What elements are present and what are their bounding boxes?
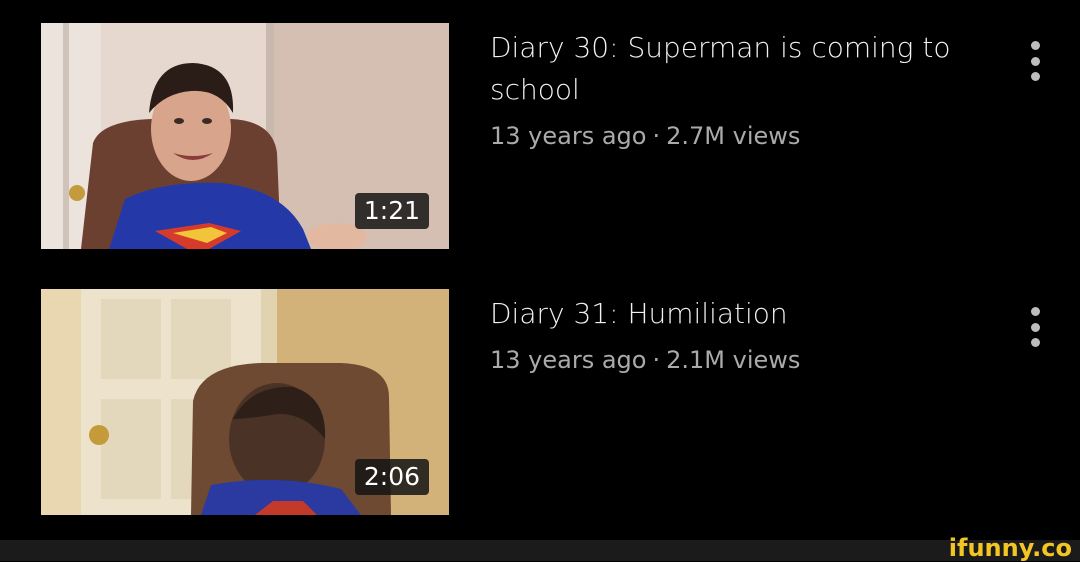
menu-dot: [1030, 322, 1040, 332]
menu-dot: [1030, 307, 1040, 316]
video-age: 13 years ago: [490, 346, 647, 374]
video-duration: 2:06: [354, 459, 429, 495]
video-meta: Diary 31: Humiliation 13 years ago · 2.1M …: [490, 293, 990, 377]
video-list: 1:21 Diary 30: Superman is coming to sch…: [0, 0, 1080, 540]
more-options-icon[interactable]: [1020, 41, 1050, 81]
video-item[interactable]: 1:21 Diary 30: Superman is coming to sch…: [0, 23, 1080, 251]
video-thumbnail[interactable]: 1:21: [41, 23, 449, 249]
ifunny-watermark: ifunny.co: [948, 534, 1072, 562]
menu-dot: [1030, 41, 1040, 50]
menu-dot: [1030, 72, 1040, 81]
video-views: 2.7M views: [666, 122, 801, 150]
menu-dot: [1030, 338, 1040, 347]
watermark-bar: ifunny.co: [0, 534, 1080, 562]
video-item[interactable]: 2:06 Diary 31: Humiliation 13 years ago ·…: [0, 289, 1080, 517]
separator-dot: ·: [652, 346, 661, 374]
video-title[interactable]: Diary 31: Humiliation: [490, 293, 990, 335]
video-metadata-line: 13 years ago · 2.7M views: [490, 119, 990, 153]
menu-dot: [1030, 56, 1040, 66]
video-title[interactable]: Diary 30: Superman is coming to school: [490, 27, 990, 111]
video-age: 13 years ago: [490, 122, 647, 150]
separator-dot: ·: [652, 122, 661, 150]
video-views: 2.1M views: [666, 346, 801, 374]
video-thumbnail[interactable]: 2:06: [41, 289, 449, 515]
video-meta: Diary 30: Superman is coming to school 1…: [490, 27, 990, 153]
video-duration: 1:21: [354, 193, 429, 229]
more-options-icon[interactable]: [1020, 307, 1050, 347]
video-metadata-line: 13 years ago · 2.1M views: [490, 343, 990, 377]
